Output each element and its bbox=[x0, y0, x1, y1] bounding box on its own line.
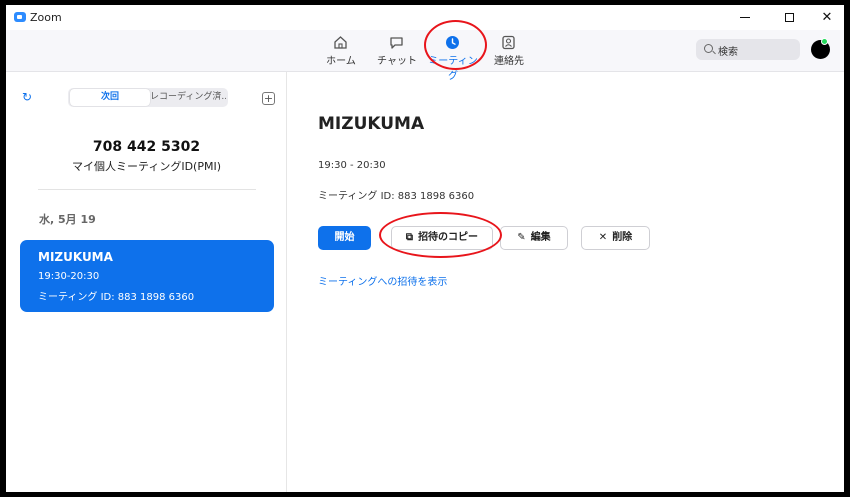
meeting-title: MIZUKUMA bbox=[38, 250, 113, 264]
start-button[interactable]: 開始 bbox=[318, 226, 371, 250]
nav-chat[interactable]: チャット bbox=[370, 35, 424, 69]
meeting-detail-time: 19:30 - 20:30 bbox=[318, 160, 386, 171]
minimize-button[interactable] bbox=[728, 5, 762, 30]
add-meeting-icon[interactable]: + bbox=[262, 92, 275, 105]
meeting-list-pane: ↻ 次回 レコーディング済... + 708 442 5302 マイ個人ミーティ… bbox=[6, 72, 287, 492]
nav-contacts-label: 連絡先 bbox=[494, 56, 524, 67]
annotation-circle-copy bbox=[379, 212, 502, 258]
maximize-icon bbox=[784, 13, 794, 22]
zoom-window: Zoom ✕ ホーム チャット ミーティング 連絡先 検索 ↻ 次回 レコーディ… bbox=[6, 5, 844, 492]
pmi-label: マイ個人ミーティングID(PMI) bbox=[71, 160, 221, 173]
date-header: 水, 5月 19 bbox=[39, 213, 96, 226]
maximize-button[interactable] bbox=[772, 5, 806, 30]
delete-label: 削除 bbox=[612, 232, 633, 243]
edit-button[interactable]: ✎ 編集 bbox=[500, 226, 568, 250]
search-icon bbox=[704, 44, 713, 53]
meeting-time: 19:30-20:30 bbox=[38, 271, 100, 282]
nav-contacts[interactable]: 連絡先 bbox=[482, 35, 536, 69]
zoom-logo-icon bbox=[14, 12, 26, 22]
home-icon bbox=[334, 36, 347, 49]
close-button[interactable]: ✕ bbox=[810, 5, 844, 30]
online-status-badge bbox=[821, 38, 828, 45]
nav-chat-label: チャット bbox=[377, 56, 417, 67]
refresh-icon[interactable]: ↻ bbox=[22, 90, 32, 104]
start-label: 開始 bbox=[334, 232, 355, 243]
title-bar: Zoom ✕ bbox=[6, 5, 844, 30]
delete-button[interactable]: ✕ 削除 bbox=[581, 226, 650, 250]
show-invitation-link[interactable]: ミーティングへの招待を表示 bbox=[318, 273, 447, 288]
close-icon: ✕ bbox=[598, 232, 608, 243]
search-input[interactable]: 検索 bbox=[696, 39, 800, 60]
tab-recorded[interactable]: レコーディング済... bbox=[150, 89, 226, 106]
meeting-id: ミーティング ID: 883 1898 6360 bbox=[38, 292, 195, 303]
meeting-list-item[interactable]: MIZUKUMA 19:30-20:30 ミーティング ID: 883 1898… bbox=[20, 240, 274, 312]
annotation-circle-meetings bbox=[424, 20, 487, 70]
nav-home[interactable]: ホーム bbox=[314, 35, 368, 69]
edit-label: 編集 bbox=[530, 232, 551, 243]
search-placeholder: 検索 bbox=[718, 47, 738, 58]
minimize-icon bbox=[740, 17, 750, 18]
divider bbox=[38, 189, 256, 190]
meeting-detail-id: ミーティング ID: 883 1898 6360 bbox=[318, 191, 475, 202]
pencil-icon: ✎ bbox=[517, 232, 526, 243]
contacts-icon bbox=[502, 35, 515, 50]
tab-upcoming[interactable]: 次回 bbox=[70, 89, 150, 106]
window-title: Zoom bbox=[30, 11, 62, 24]
close-icon: ✕ bbox=[821, 10, 833, 25]
chat-icon bbox=[390, 37, 403, 49]
nav-home-label: ホーム bbox=[326, 56, 356, 67]
meeting-tabs: 次回 レコーディング済... bbox=[68, 88, 228, 107]
meeting-detail-title: MIZUKUMA bbox=[318, 114, 425, 134]
pmi-number[interactable]: 708 442 5302 bbox=[6, 139, 287, 155]
